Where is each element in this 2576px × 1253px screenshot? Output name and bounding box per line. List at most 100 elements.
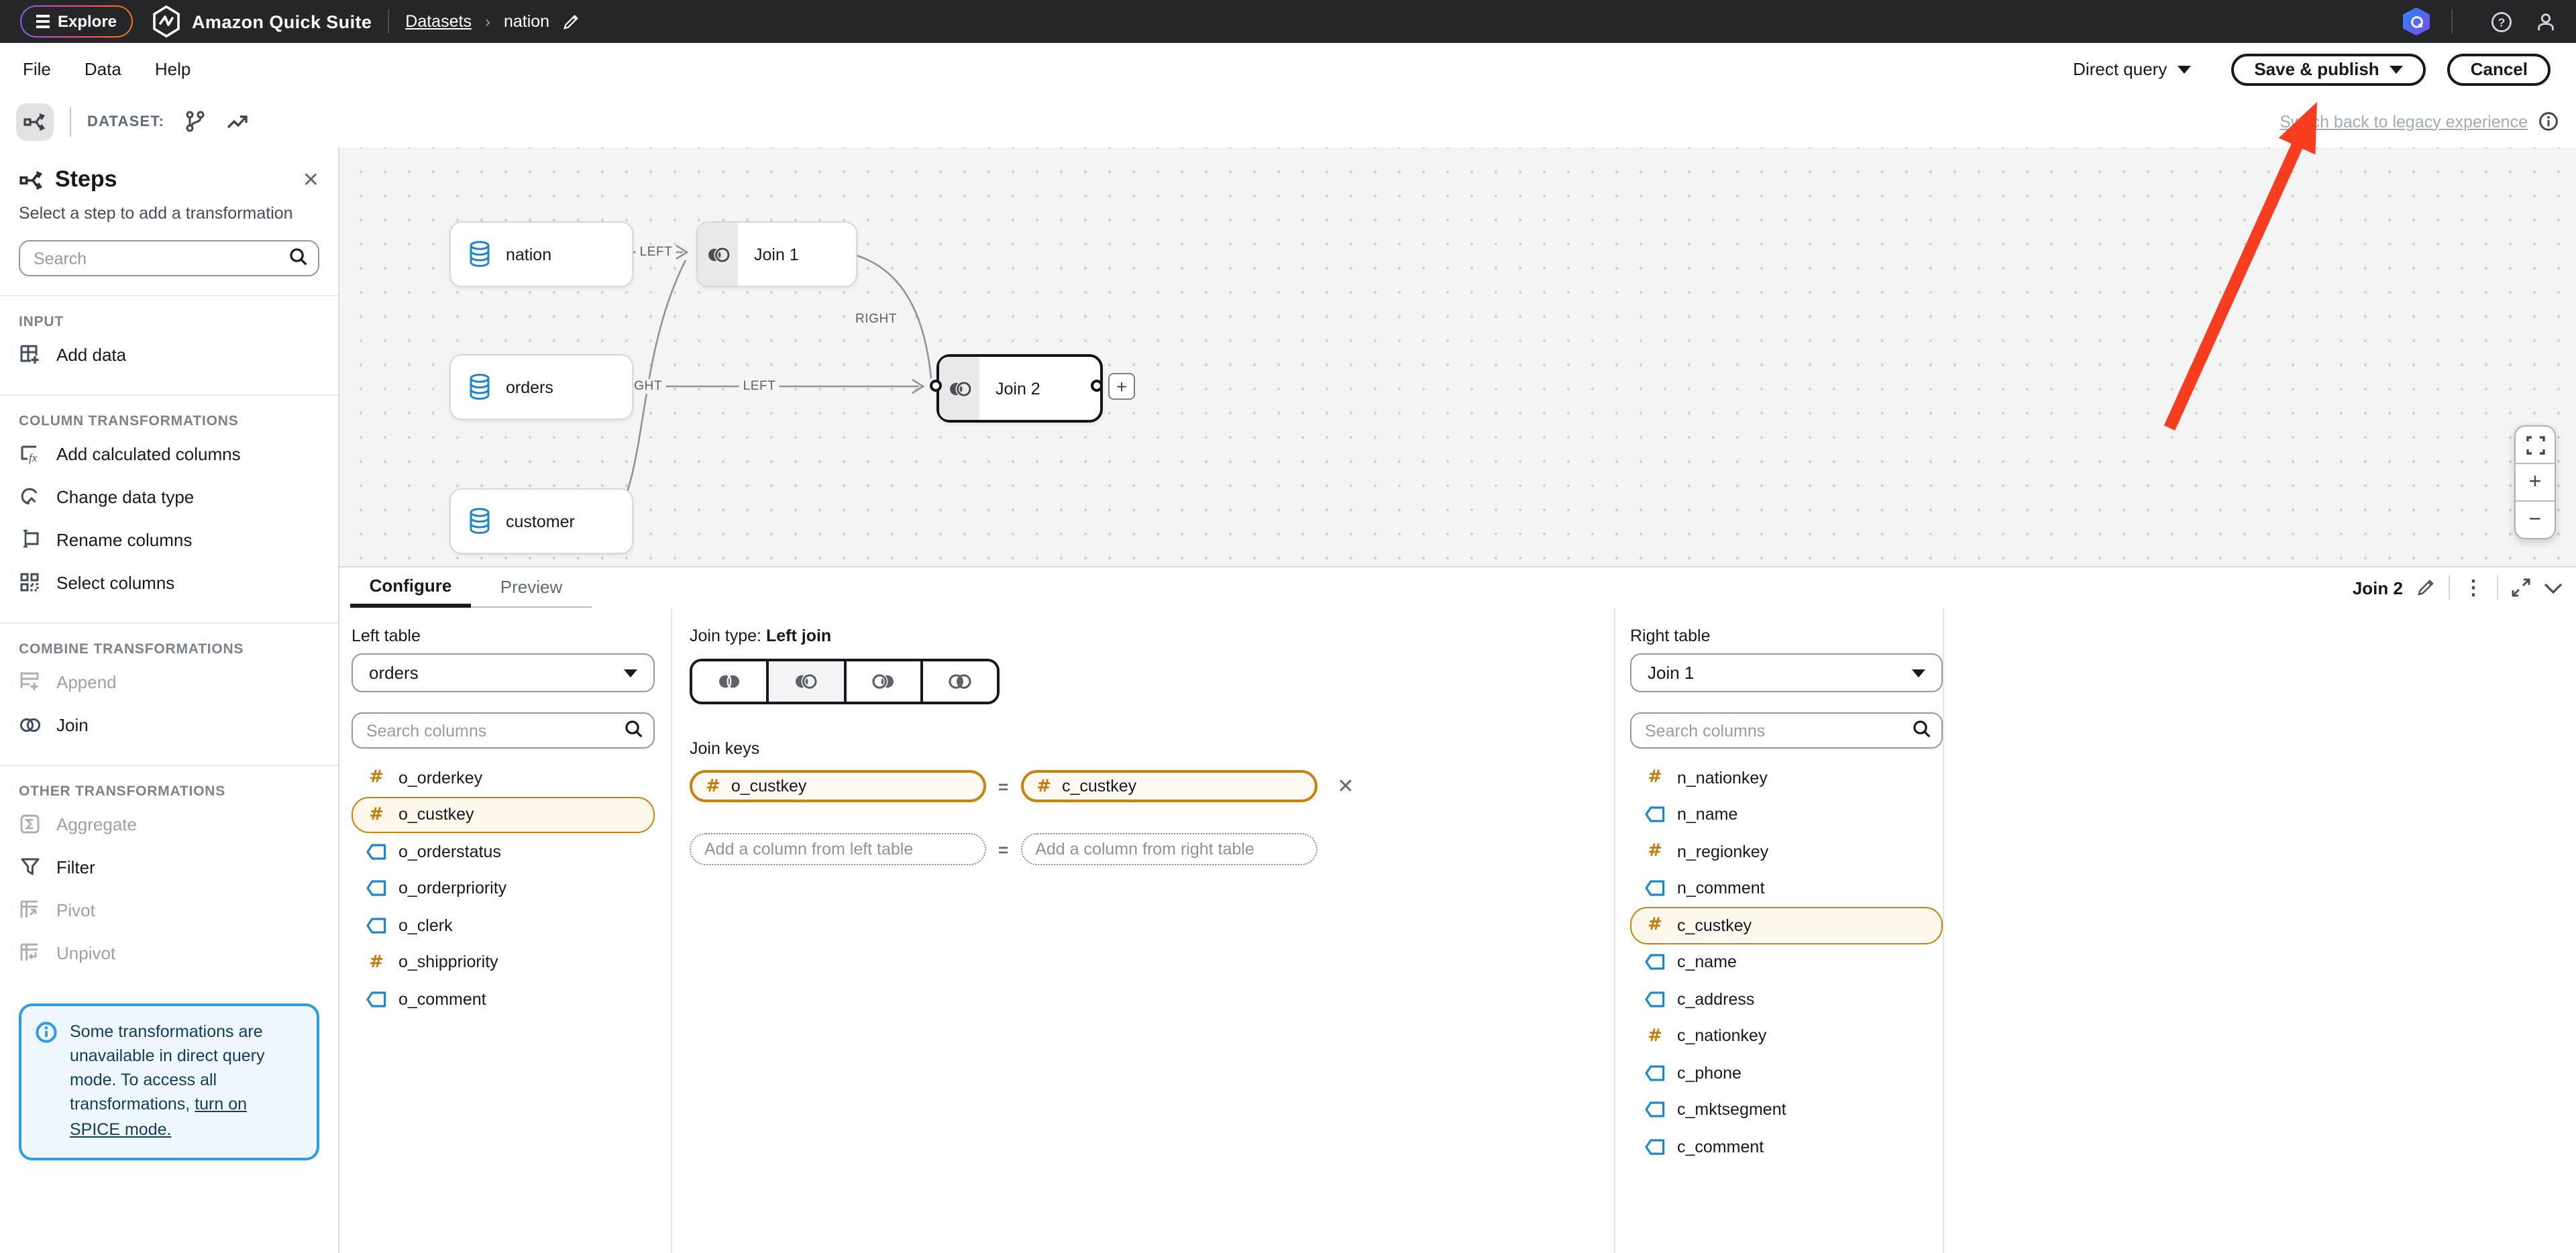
step-item-add-calculated-columns[interactable]: fxAdd calculated columns xyxy=(0,432,338,475)
query-mode-dropdown[interactable]: Direct query xyxy=(2073,59,2191,79)
column-item-n_nationkey[interactable]: #n_nationkey xyxy=(1630,759,1943,796)
column-item-o_custkey[interactable]: #o_custkey xyxy=(352,796,655,833)
column-item-c_mktsegment[interactable]: c_mktsegment xyxy=(1630,1091,1943,1128)
column-item-n_regionkey[interactable]: #n_regionkey xyxy=(1630,833,1943,870)
section-label: COLUMN TRANSFORMATIONS xyxy=(0,396,338,432)
inner-join-venn-icon xyxy=(946,671,974,692)
column-item-o_orderstatus[interactable]: o_orderstatus xyxy=(352,833,655,870)
full-join-button[interactable] xyxy=(692,661,767,702)
string-type-icon xyxy=(1645,807,1665,823)
right-join-button[interactable] xyxy=(843,661,920,702)
add-right-key-pill[interactable]: Add a column from right table xyxy=(1020,833,1317,865)
selected-node-name: Join 2 xyxy=(2353,578,2403,598)
menu-help[interactable]: Help xyxy=(155,59,191,79)
user-icon[interactable] xyxy=(2534,10,2557,33)
number-type-icon: # xyxy=(1645,916,1665,936)
node-join-1[interactable]: Join 1 xyxy=(696,221,857,287)
join2-left-port[interactable] xyxy=(930,380,942,392)
step-item-label: Add data xyxy=(56,344,126,364)
column-item-o_comment[interactable]: o_comment xyxy=(352,981,655,1018)
column-item-o_clerk[interactable]: o_clerk xyxy=(352,907,655,944)
tab-configure[interactable]: Configure xyxy=(350,567,471,608)
column-item-c_nationkey[interactable]: #c_nationkey xyxy=(1630,1018,1943,1054)
column-name: o_clerk xyxy=(398,916,453,935)
column-item-c_comment[interactable]: c_comment xyxy=(1630,1128,1943,1165)
column-name: o_shippriority xyxy=(398,953,498,972)
append-icon xyxy=(19,670,42,693)
column-item-c_address[interactable]: c_address xyxy=(1630,981,1943,1018)
step-item-change-data-type[interactable]: Change data type xyxy=(0,475,338,518)
column-name: o_orderkey xyxy=(398,769,482,787)
divider xyxy=(2449,576,2450,600)
step-item-rename-columns[interactable]: Rename columns xyxy=(0,518,338,561)
breadcrumb-datasets-link[interactable]: Datasets xyxy=(405,12,472,31)
number-type-icon: # xyxy=(366,952,386,973)
flow-canvas[interactable]: LEFT RIGHT RIGHT LEFT nation orders cust… xyxy=(339,148,2576,566)
column-name: o_comment xyxy=(398,990,486,1009)
rename-dataset-pencil-icon[interactable] xyxy=(561,13,579,30)
change-type-icon xyxy=(19,485,42,508)
help-icon[interactable]: ? xyxy=(2490,10,2513,33)
add-step-plus-button[interactable]: + xyxy=(1108,373,1135,400)
trend-icon[interactable] xyxy=(225,110,249,133)
column-name: c_comment xyxy=(1677,1138,1764,1156)
legacy-experience-link[interactable]: Switch back to legacy experience xyxy=(2279,112,2528,131)
zoom-out-icon[interactable]: − xyxy=(2516,500,2555,538)
rename-join-pencil-icon[interactable] xyxy=(2416,578,2435,597)
menu-data[interactable]: Data xyxy=(85,59,121,79)
right-columns-search-input[interactable] xyxy=(1630,712,1943,749)
column-item-n_comment[interactable]: n_comment xyxy=(1630,870,1943,907)
left-table-dropdown[interactable]: orders xyxy=(352,653,655,692)
remove-join-key-icon[interactable]: ✕ xyxy=(1337,774,1354,798)
left-columns-search-input[interactable] xyxy=(352,712,655,749)
save-publish-button[interactable]: Save & publish xyxy=(2231,53,2426,85)
node-orders[interactable]: orders xyxy=(449,354,633,420)
column-item-n_name[interactable]: n_name xyxy=(1630,796,1943,833)
number-type-icon: # xyxy=(1645,1026,1665,1046)
chevron-down-icon xyxy=(1912,669,1925,677)
zoom-in-icon[interactable]: + xyxy=(2516,463,2555,500)
step-item-join[interactable]: Join xyxy=(0,703,338,746)
left-join-key-pill[interactable]: # o_custkey xyxy=(690,770,986,802)
step-item-add-data[interactable]: Add data xyxy=(0,333,338,376)
collapse-panel-chevron-icon[interactable] xyxy=(2544,582,2563,594)
fit-view-icon[interactable] xyxy=(2516,427,2555,463)
column-item-o_orderkey[interactable]: #o_orderkey xyxy=(352,759,655,796)
info-icon[interactable] xyxy=(2538,111,2559,131)
tab-preview[interactable]: Preview xyxy=(471,567,592,608)
right-table-dropdown[interactable]: Join 1 xyxy=(1630,653,1943,692)
node-label: nation xyxy=(506,245,551,264)
divider xyxy=(388,9,389,34)
inner-join-button[interactable] xyxy=(920,661,998,702)
menu-file[interactable]: File xyxy=(23,59,51,79)
step-item-label: Change data type xyxy=(56,486,194,506)
steps-flow-icon-button[interactable] xyxy=(16,103,54,140)
expand-panel-icon[interactable] xyxy=(2512,578,2530,597)
quick-suite-app-icon[interactable] xyxy=(2403,7,2430,36)
node-customer[interactable]: customer xyxy=(449,488,633,554)
column-item-o_orderpriority[interactable]: o_orderpriority xyxy=(352,870,655,907)
search-icon xyxy=(288,247,309,267)
column-item-c_phone[interactable]: c_phone xyxy=(1630,1054,1943,1091)
node-join-2[interactable]: Join 2 xyxy=(936,354,1103,423)
explore-button[interactable]: Explore xyxy=(20,5,133,38)
add-left-key-pill[interactable]: Add a column from left table xyxy=(690,833,986,865)
column-item-c_name[interactable]: c_name xyxy=(1630,944,1943,981)
node-nation[interactable]: nation xyxy=(449,221,633,287)
string-type-icon xyxy=(1645,881,1665,897)
edge-label-left: LEFT xyxy=(739,379,780,394)
join-config-section: Join type: Left join Join keys # o_custk… xyxy=(690,608,1354,865)
step-item-select-columns[interactable]: Select columns xyxy=(0,561,338,604)
cancel-button[interactable]: Cancel xyxy=(2448,53,2551,85)
steps-search-input[interactable] xyxy=(19,240,319,276)
branch-icon[interactable] xyxy=(183,110,206,133)
close-icon[interactable]: ✕ xyxy=(303,168,319,192)
column-item-o_shippriority[interactable]: # o_shippriority xyxy=(352,944,655,981)
right-join-key-pill[interactable]: # c_custkey xyxy=(1020,770,1317,802)
step-item-filter[interactable]: Filter xyxy=(0,845,338,888)
kebab-menu-icon[interactable]: ⋮ xyxy=(2463,576,2483,600)
join2-right-port[interactable] xyxy=(1091,380,1103,392)
node-label: Join 2 xyxy=(996,379,1040,398)
left-join-button[interactable] xyxy=(767,661,844,702)
column-item-c_custkey[interactable]: #c_custkey xyxy=(1630,907,1943,944)
